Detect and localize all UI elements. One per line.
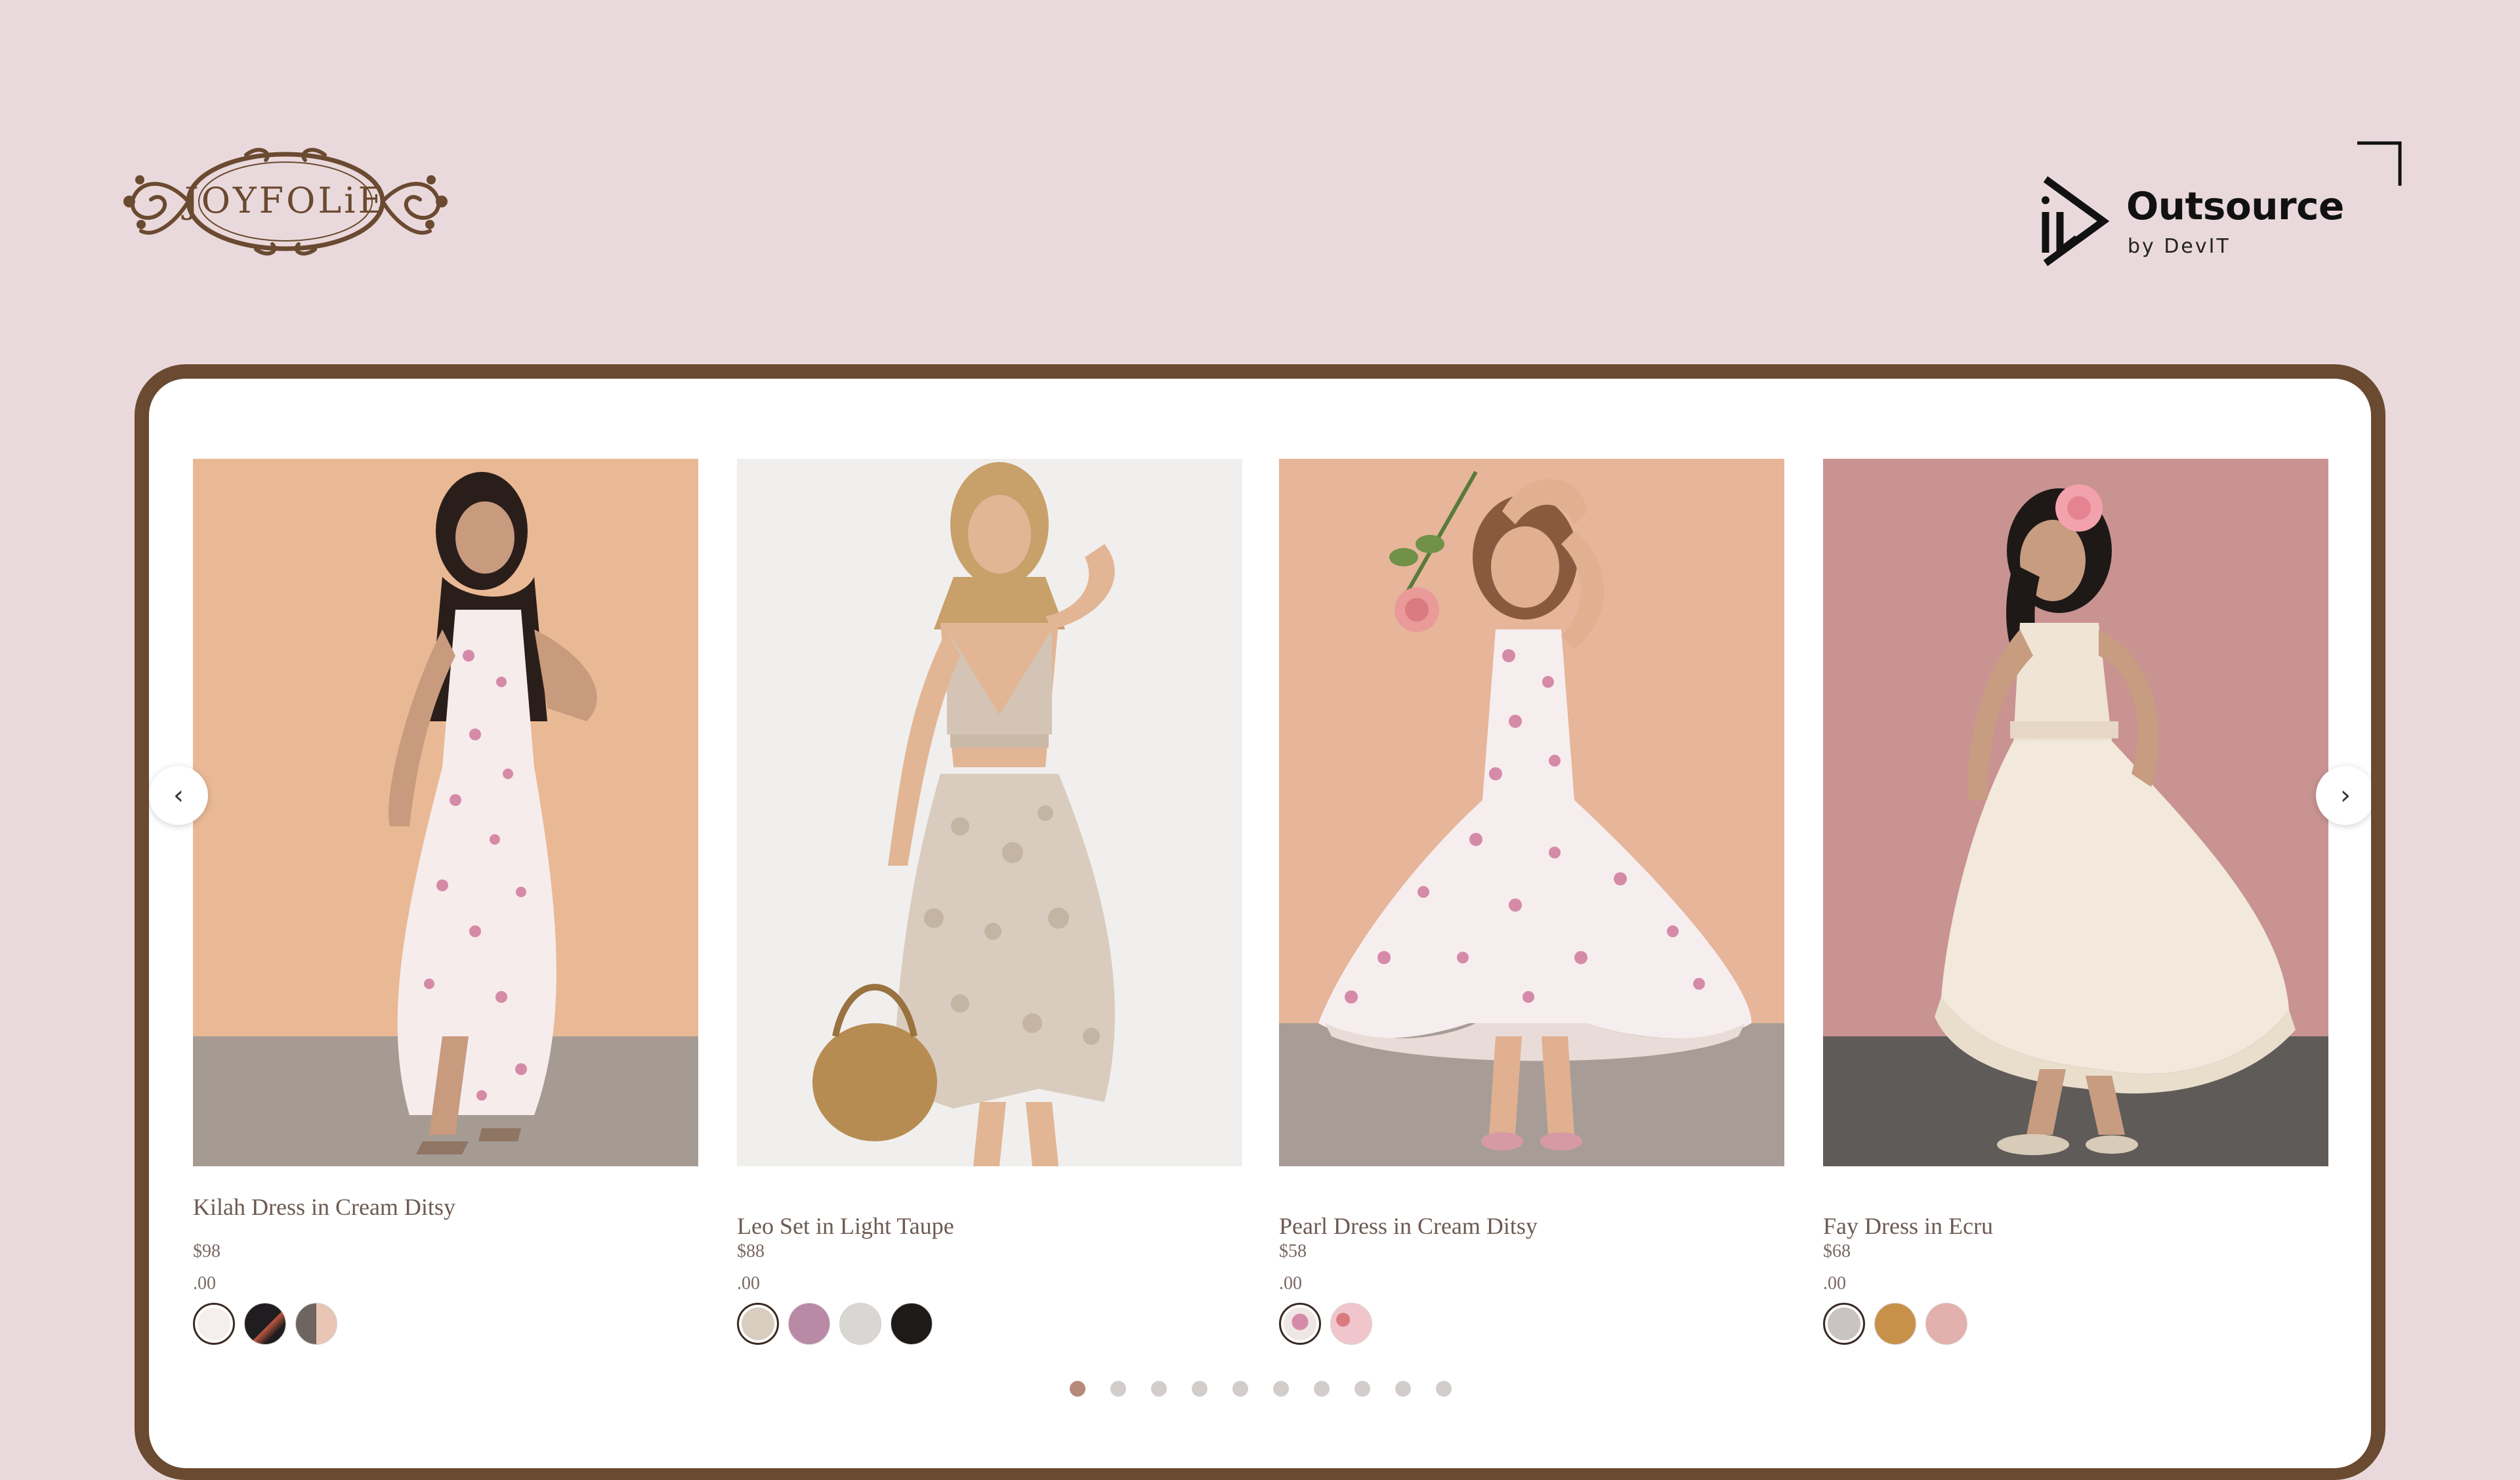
color-swatch[interactable] <box>244 1303 286 1345</box>
product-photo-pearl <box>1279 459 1784 1166</box>
play-logo-icon <box>2042 176 2110 266</box>
product-card[interactable]: Leo Set in Light Taupe $88 .00 <box>737 459 1242 1345</box>
color-swatch[interactable] <box>1823 1303 1865 1345</box>
sponsor-name: Outsource <box>2126 184 2344 228</box>
color-swatches <box>737 1303 933 1351</box>
pagination-dot[interactable] <box>1192 1381 1208 1397</box>
pagination-dot[interactable] <box>1151 1381 1167 1397</box>
carousel-pagination <box>1070 1381 1452 1397</box>
color-swatch[interactable] <box>295 1303 337 1345</box>
product-card[interactable]: Pearl Dress in Cream Ditsy $58 .00 <box>1279 459 1784 1345</box>
product-title[interactable]: Fay Dress in Ecru <box>1823 1208 2322 1244</box>
pagination-dot[interactable] <box>1273 1381 1289 1397</box>
color-swatch[interactable] <box>1279 1303 1321 1345</box>
color-swatch[interactable] <box>1925 1303 1967 1345</box>
color-swatch[interactable] <box>1874 1303 1916 1345</box>
color-swatch[interactable] <box>788 1303 830 1345</box>
color-swatch[interactable] <box>1330 1303 1372 1345</box>
product-image[interactable] <box>193 459 698 1166</box>
pagination-dot[interactable] <box>1354 1381 1370 1397</box>
color-swatch[interactable] <box>839 1303 881 1345</box>
product-title[interactable]: Kilah Dress in Cream Ditsy <box>193 1189 455 1225</box>
brand-logo-text: JOYFOLiE <box>184 180 387 221</box>
pagination-dot[interactable] <box>1314 1381 1330 1397</box>
product-price-cents: .00 <box>737 1273 760 1294</box>
product-image[interactable] <box>737 459 1242 1166</box>
product-card[interactable]: Kilah Dress in Cream Ditsy $98 .00 <box>193 459 698 1345</box>
product-price-cents: .00 <box>1823 1273 1846 1294</box>
product-image[interactable] <box>1279 459 1784 1166</box>
product-price: $98 <box>193 1241 220 1261</box>
color-swatches <box>1279 1303 1372 1351</box>
color-swatches <box>1823 1303 1967 1351</box>
pagination-dot[interactable] <box>1436 1381 1452 1397</box>
carousel-prev-button[interactable]: ‹ <box>149 766 208 825</box>
pagination-dot[interactable] <box>1395 1381 1411 1397</box>
product-price-cents: .00 <box>1279 1273 1302 1294</box>
carousel-next-button[interactable]: › <box>2316 766 2371 825</box>
product-photo-fay <box>1823 459 2328 1166</box>
pagination-dot[interactable] <box>1110 1381 1126 1397</box>
product-photo-kilah <box>193 459 698 1166</box>
product-image[interactable] <box>1823 459 2328 1166</box>
product-price: $88 <box>737 1241 765 1261</box>
brand-logo[interactable]: JOYFOLiE <box>115 139 456 264</box>
product-card[interactable]: Fay Dress in Ecru $68 .00 <box>1823 459 2328 1345</box>
color-swatch[interactable] <box>891 1303 933 1345</box>
chevron-left-icon: ‹ <box>173 780 184 811</box>
chevron-right-icon: › <box>2340 780 2351 811</box>
product-photo-leo <box>737 459 1242 1166</box>
sponsor-byline: by DevIT <box>2128 235 2231 258</box>
pagination-dot[interactable] <box>1232 1381 1248 1397</box>
sponsor-logo: Outsource by DevIT <box>2038 174 2344 272</box>
product-price: $68 <box>1823 1241 1851 1261</box>
product-title[interactable]: Pearl Dress in Cream Ditsy <box>1279 1208 1778 1244</box>
product-carousel: Kilah Dress in Cream Ditsy $98 .00 Leo S… <box>149 379 2371 1468</box>
corner-bracket-icon <box>2357 141 2402 186</box>
color-swatches <box>193 1303 337 1351</box>
color-swatch[interactable] <box>193 1303 235 1345</box>
product-price-cents: .00 <box>193 1273 216 1294</box>
product-title[interactable]: Leo Set in Light Taupe <box>737 1208 1236 1244</box>
pagination-dot[interactable] <box>1070 1381 1085 1397</box>
color-swatch[interactable] <box>737 1303 779 1345</box>
product-price: $58 <box>1279 1241 1307 1261</box>
